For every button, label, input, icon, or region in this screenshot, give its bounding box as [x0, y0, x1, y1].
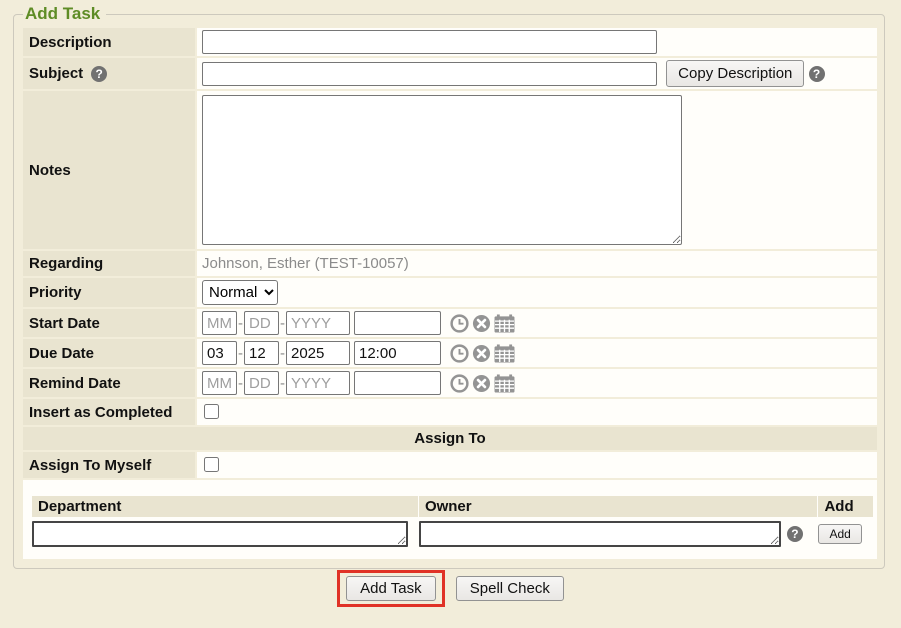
date-separator: -: [238, 345, 243, 362]
date-separator: -: [238, 315, 243, 332]
copy-description-button[interactable]: Copy Description: [666, 60, 804, 87]
owner-help-icon[interactable]: ?: [787, 526, 803, 542]
assign-table-row: Department Owner Add ? Add: [23, 480, 877, 559]
remind-month-input[interactable]: [202, 371, 237, 395]
owner-input[interactable]: [419, 521, 781, 547]
department-header: Department: [32, 496, 418, 517]
due-year-input[interactable]: [286, 341, 350, 365]
remind-time-clock-icon[interactable]: [450, 374, 469, 393]
form-title: Add Task: [23, 4, 106, 24]
priority-label: Priority: [23, 278, 195, 307]
owner-header: Owner: [419, 496, 818, 517]
add-task-button[interactable]: Add Task: [346, 576, 435, 601]
date-separator: -: [280, 345, 285, 362]
due-date-clear-icon[interactable]: [472, 344, 491, 363]
insert-completed-row: Insert as Completed: [23, 399, 877, 425]
due-date-calendar-icon[interactable]: [494, 344, 515, 363]
department-input[interactable]: [32, 521, 408, 547]
form-table: Description Subject? Copy Description ? …: [21, 26, 879, 561]
notes-label: Notes: [23, 91, 195, 249]
start-time-input[interactable]: [354, 311, 441, 335]
remind-year-input[interactable]: [286, 371, 350, 395]
start-time-clock-icon[interactable]: [450, 314, 469, 333]
subject-label-cell: Subject?: [23, 58, 195, 89]
start-day-input[interactable]: [244, 311, 279, 335]
add-task-highlight-box: Add Task: [337, 570, 444, 607]
regarding-value: Johnson, Esther (TEST-10057): [202, 255, 409, 272]
start-date-label: Start Date: [23, 309, 195, 337]
date-separator: -: [280, 375, 285, 392]
add-task-form: Add Task Description Subject? Copy Descr…: [13, 4, 885, 569]
insert-completed-label: Insert as Completed: [23, 399, 195, 425]
due-time-input[interactable]: [354, 341, 441, 365]
date-separator: -: [280, 315, 285, 332]
footer-buttons: Add Task Spell Check: [0, 570, 901, 607]
regarding-row: Regarding Johnson, Esther (TEST-10057): [23, 251, 877, 276]
subject-help-icon[interactable]: ?: [91, 66, 107, 82]
assign-to-section-header: Assign To: [23, 427, 877, 450]
priority-row: Priority Normal: [23, 278, 877, 307]
remind-date-row: Remind Date - -: [23, 369, 877, 397]
start-date-calendar-icon[interactable]: [494, 314, 515, 333]
description-input[interactable]: [202, 30, 657, 54]
priority-select[interactable]: Normal: [202, 280, 278, 305]
due-month-input[interactable]: [202, 341, 237, 365]
due-date-row: Due Date - -: [23, 339, 877, 367]
add-header: Add: [818, 496, 873, 517]
remind-date-label: Remind Date: [23, 369, 195, 397]
subject-input[interactable]: [202, 62, 657, 86]
date-separator: -: [238, 375, 243, 392]
assign-table: Department Owner Add ? Add: [31, 495, 874, 550]
notes-textarea[interactable]: [202, 95, 682, 245]
start-year-input[interactable]: [286, 311, 350, 335]
remind-date-calendar-icon[interactable]: [494, 374, 515, 393]
spell-check-button[interactable]: Spell Check: [456, 576, 564, 601]
subject-row: Subject? Copy Description ?: [23, 58, 877, 89]
start-date-row: Start Date - -: [23, 309, 877, 337]
assign-myself-checkbox[interactable]: [204, 457, 219, 472]
start-month-input[interactable]: [202, 311, 237, 335]
remind-time-input[interactable]: [354, 371, 441, 395]
remind-day-input[interactable]: [244, 371, 279, 395]
description-label: Description: [23, 28, 195, 56]
insert-completed-checkbox[interactable]: [204, 404, 219, 419]
due-date-label: Due Date: [23, 339, 195, 367]
due-time-clock-icon[interactable]: [450, 344, 469, 363]
remind-date-clear-icon[interactable]: [472, 374, 491, 393]
assign-to-header-row: Assign To: [23, 427, 877, 450]
due-day-input[interactable]: [244, 341, 279, 365]
assign-table-input-row: ? Add: [32, 518, 873, 549]
assign-myself-label: Assign To Myself: [23, 452, 195, 478]
assign-table-container: Department Owner Add ? Add: [23, 480, 877, 559]
copy-description-help-icon[interactable]: ?: [809, 66, 825, 82]
assign-myself-row: Assign To Myself: [23, 452, 877, 478]
subject-label: Subject: [29, 65, 83, 82]
notes-row: Notes: [23, 91, 877, 249]
description-row: Description: [23, 28, 877, 56]
regarding-label: Regarding: [23, 251, 195, 276]
start-date-clear-icon[interactable]: [472, 314, 491, 333]
assign-table-header-row: Department Owner Add: [32, 496, 873, 517]
add-assignment-button[interactable]: Add: [818, 524, 861, 544]
